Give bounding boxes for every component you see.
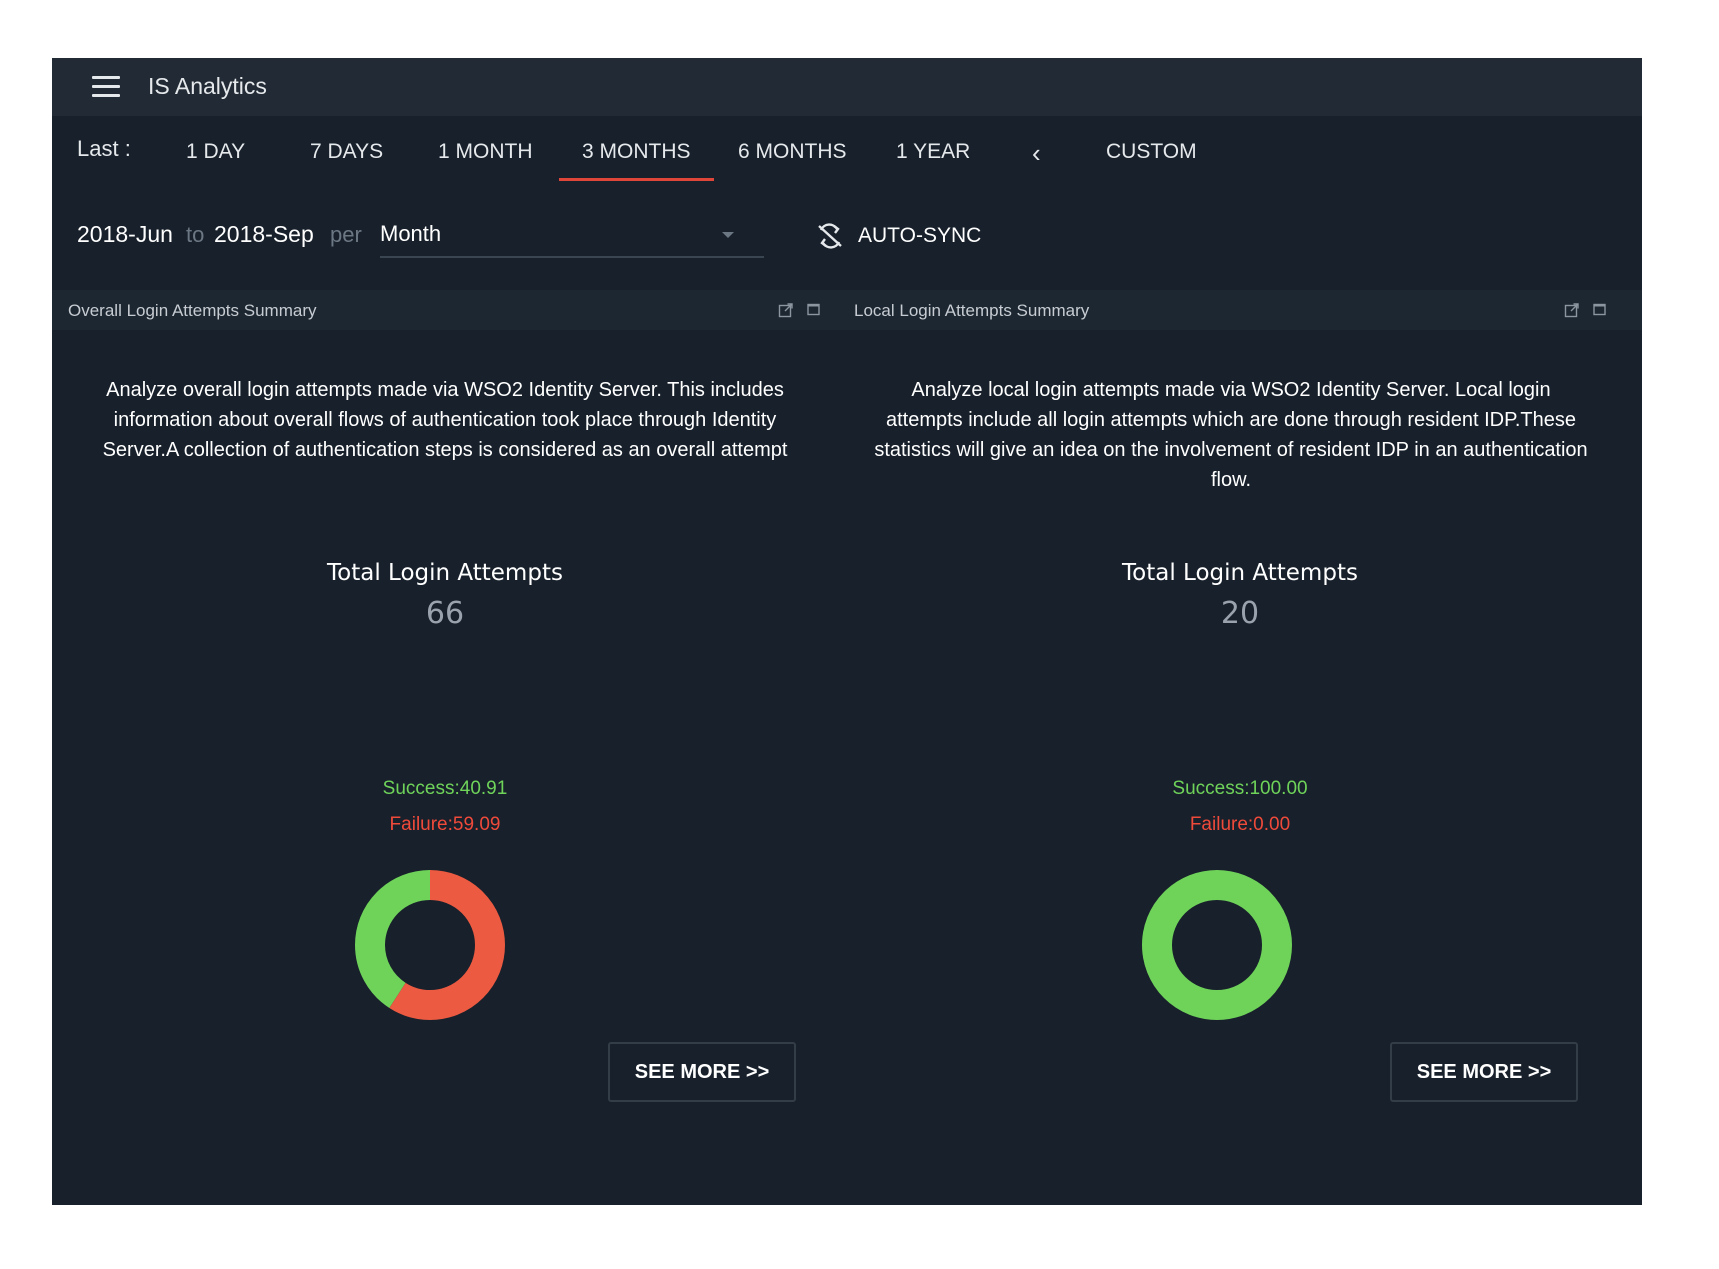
see-more-button[interactable]: SEE MORE >> [608, 1042, 796, 1102]
login-donut-chart [1142, 870, 1292, 1020]
dashboard-app: IS Analytics Last : 1 DAY 7 DAYS 1 MONTH… [52, 58, 1642, 1205]
popout-icon[interactable] [778, 302, 794, 318]
range-7-days[interactable]: 7 DAYS [310, 140, 383, 164]
failure-rate: Failure:0.00 [1189, 814, 1291, 835]
local-login-summary-widget: Local Login Attempts Summary Analyze loc… [838, 290, 1642, 1205]
success-rate: Success:100.00 [1172, 778, 1308, 799]
per-separator: per [330, 222, 362, 247]
widget-header: Overall Login Attempts Summary [52, 290, 838, 330]
date-to: 2018-Sep [214, 221, 314, 247]
maximize-icon[interactable] [806, 302, 822, 318]
range-1-day[interactable]: 1 DAY [186, 140, 245, 164]
date-from: 2018-Jun [77, 221, 173, 247]
widget-title: Local Login Attempts Summary [854, 301, 1090, 320]
widget-title: Overall Login Attempts Summary [68, 301, 317, 320]
widget-description: Analyze overall login attempts made via … [102, 379, 788, 461]
auto-sync-label: AUTO-SYNC [858, 224, 982, 247]
range-custom[interactable]: CUSTOM [1106, 140, 1197, 164]
sync-disabled-icon [818, 223, 842, 249]
see-more-button[interactable]: SEE MORE >> [1390, 1042, 1578, 1102]
success-rate: Success:40.91 [382, 778, 508, 799]
granularity-select[interactable]: Month [380, 210, 764, 258]
total-attempts-value: 20 [1220, 596, 1260, 631]
range-1-year[interactable]: 1 YEAR [896, 140, 970, 164]
date-to-separator: to [186, 222, 205, 247]
auto-sync-toggle[interactable]: AUTO-SYNC [816, 220, 981, 252]
last-label: Last : [77, 136, 131, 161]
widget-description: Analyze local login attempts made via WS… [874, 379, 1588, 491]
top-bar: IS Analytics [52, 58, 1642, 116]
overall-login-summary-widget: Overall Login Attempts Summary Analyze o… [52, 290, 838, 1205]
maximize-icon[interactable] [1592, 302, 1608, 318]
chevron-left-icon[interactable]: ‹ [1032, 138, 1041, 169]
total-attempts-label: Total Login Attempts [1122, 560, 1358, 586]
chevron-down-icon [722, 232, 734, 238]
time-range-bar: Last : 1 DAY 7 DAYS 1 MONTH 3 MONTHS 6 M… [52, 116, 1642, 182]
total-attempts-value: 66 [425, 596, 465, 631]
failure-rate: Failure:59.09 [389, 814, 501, 835]
range-6-months[interactable]: 6 MONTHS [738, 140, 847, 164]
menu-icon[interactable] [92, 76, 120, 98]
widget-header: Local Login Attempts Summary [838, 290, 1642, 330]
date-range-row: 2018-Jun to 2018-Sep per Month AUTO-SYNC [52, 206, 1642, 266]
app-title: IS Analytics [148, 73, 267, 99]
popout-icon[interactable] [1564, 302, 1580, 318]
login-donut-chart [355, 870, 505, 1020]
range-3-months[interactable]: 3 MONTHS [559, 140, 713, 181]
total-attempts-label: Total Login Attempts [327, 560, 563, 586]
donut-success-arc [1142, 870, 1292, 1020]
range-1-month[interactable]: 1 MONTH [438, 140, 533, 164]
granularity-value: Month [380, 221, 442, 246]
